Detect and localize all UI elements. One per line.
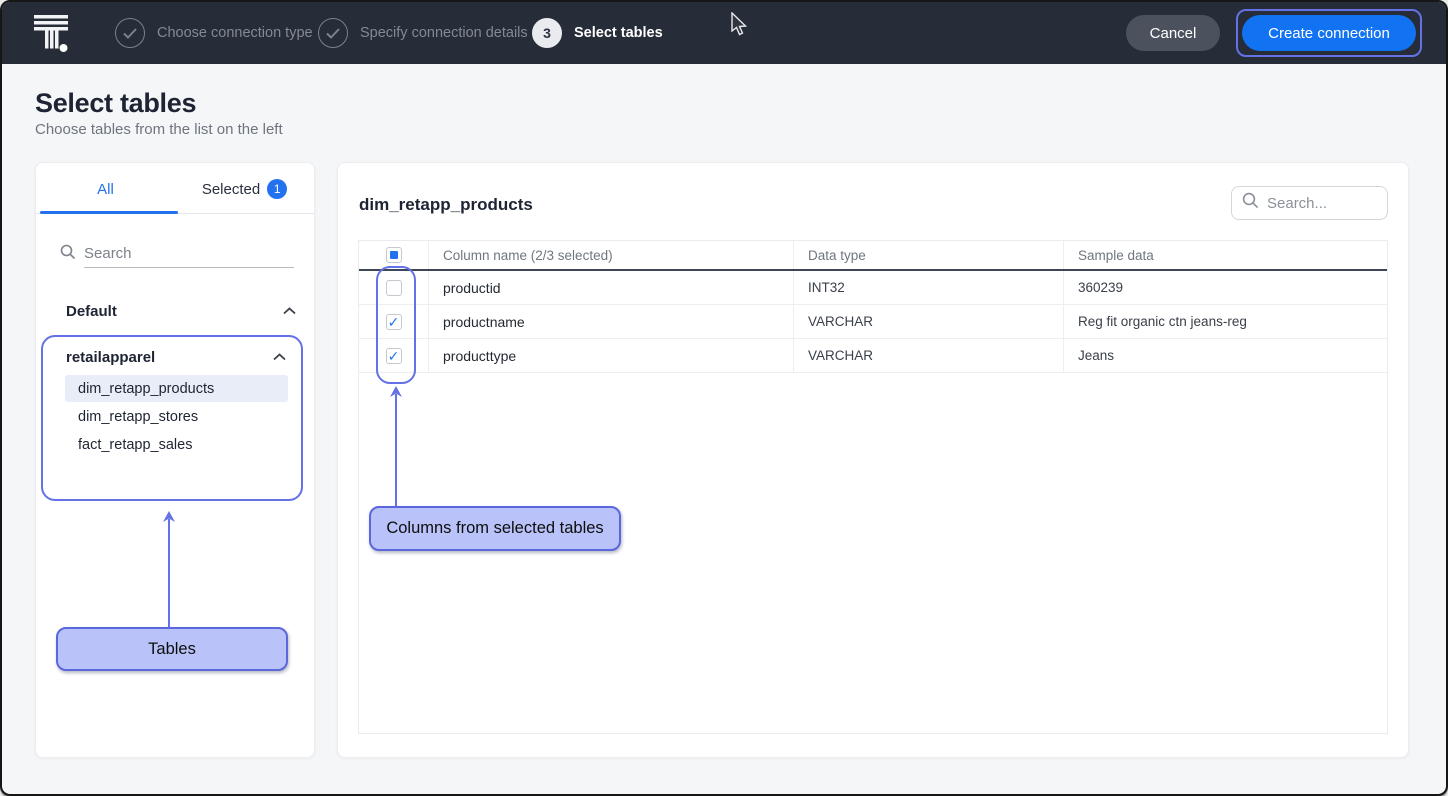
- tab-all[interactable]: All: [36, 163, 175, 215]
- app-window: Choose connection type Specify connectio…: [0, 0, 1448, 796]
- sample-data-cell: Jeans: [1064, 339, 1387, 372]
- search-icon: [1242, 192, 1259, 214]
- sidebar-table-fact-retapp-sales[interactable]: fact_retapp_sales: [65, 431, 288, 458]
- columns-table: Column name (2/3 selected) Data type Sam…: [358, 240, 1388, 734]
- column-name-cell: productid: [429, 271, 794, 304]
- group-label: Default: [66, 303, 117, 320]
- sidebar-tabs: All Selected 1: [36, 163, 314, 215]
- sidebar-search: [60, 239, 294, 269]
- tab-all-label: All: [97, 181, 114, 198]
- step-number: 3: [532, 18, 562, 48]
- data-type-cell: INT32: [794, 271, 1064, 304]
- step-label: Select tables: [574, 25, 663, 41]
- schema-retailapparel[interactable]: retailapparel: [66, 345, 286, 369]
- tab-selected[interactable]: Selected 1: [175, 163, 314, 215]
- tables-annotation-arrow: [160, 511, 178, 629]
- page-title: Select tables: [35, 88, 196, 119]
- tab-selected-label: Selected: [202, 181, 260, 198]
- column-row-producttype: producttype VARCHAR Jeans: [359, 339, 1387, 373]
- selected-table-title: dim_retapp_products: [359, 195, 533, 215]
- column-name-header: Column name (2/3 selected): [429, 241, 794, 269]
- column-row-productid: productid INT32 360239: [359, 271, 1387, 305]
- step-done-check-icon: [115, 18, 145, 48]
- step-done-check-icon: [318, 18, 348, 48]
- select-all-checkbox[interactable]: [386, 247, 402, 263]
- tables-callout: Tables: [56, 627, 288, 671]
- column-row-productname: productname VARCHAR Reg fit organic ctn …: [359, 305, 1387, 339]
- search-icon: [60, 244, 76, 265]
- sidebar-search-input[interactable]: [84, 240, 294, 268]
- thoughtspot-logo-icon: [32, 13, 70, 60]
- chevron-up-icon[interactable]: [273, 348, 286, 366]
- chevron-up-icon[interactable]: [283, 302, 296, 320]
- sidebar-table-dim-retapp-stores[interactable]: dim_retapp_stores: [65, 403, 288, 430]
- selected-count-badge: 1: [267, 179, 287, 199]
- step-select-tables: 3 Select tables: [532, 18, 663, 48]
- column-name-cell: productname: [429, 305, 794, 338]
- step-label: Specify connection details: [360, 25, 528, 41]
- active-tab-underline: [40, 211, 178, 214]
- wizard-header: Choose connection type Specify connectio…: [2, 2, 1446, 64]
- columns-search: [1231, 186, 1388, 220]
- sidebar-table-dim-retapp-products[interactable]: dim_retapp_products: [65, 375, 288, 402]
- mouse-cursor-icon: [729, 12, 749, 43]
- tables-sidebar: All Selected 1 Default retailapparel: [35, 162, 315, 758]
- step-choose-connection-type: Choose connection type: [115, 18, 313, 48]
- sample-data-header: Sample data: [1064, 241, 1387, 269]
- columns-search-input[interactable]: [1267, 195, 1377, 212]
- create-connection-button[interactable]: Create connection: [1242, 15, 1416, 51]
- step-specify-connection-details: Specify connection details: [318, 18, 528, 48]
- data-type-cell: VARCHAR: [794, 305, 1064, 338]
- data-type-cell: VARCHAR: [794, 339, 1064, 372]
- schema-label: retailapparel: [66, 349, 155, 366]
- cancel-button[interactable]: Cancel: [1126, 15, 1220, 51]
- data-type-header: Data type: [794, 241, 1064, 269]
- sample-data-cell: Reg fit organic ctn jeans-reg: [1064, 305, 1387, 338]
- columns-panel: dim_retapp_products Column name (2/3 sel…: [337, 162, 1409, 758]
- column-name-cell: producttype: [429, 339, 794, 372]
- columns-table-header: Column name (2/3 selected) Data type Sam…: [359, 241, 1387, 271]
- group-default[interactable]: Default: [66, 299, 296, 323]
- page-subtitle: Choose tables from the list on the left: [35, 121, 283, 138]
- create-connection-annotation-outline: Create connection: [1236, 9, 1422, 57]
- columns-callout: Columns from selected tables: [369, 506, 621, 551]
- sample-data-cell: 360239: [1064, 271, 1387, 304]
- columns-annotation-outline: [376, 266, 416, 384]
- step-label: Choose connection type: [157, 25, 313, 41]
